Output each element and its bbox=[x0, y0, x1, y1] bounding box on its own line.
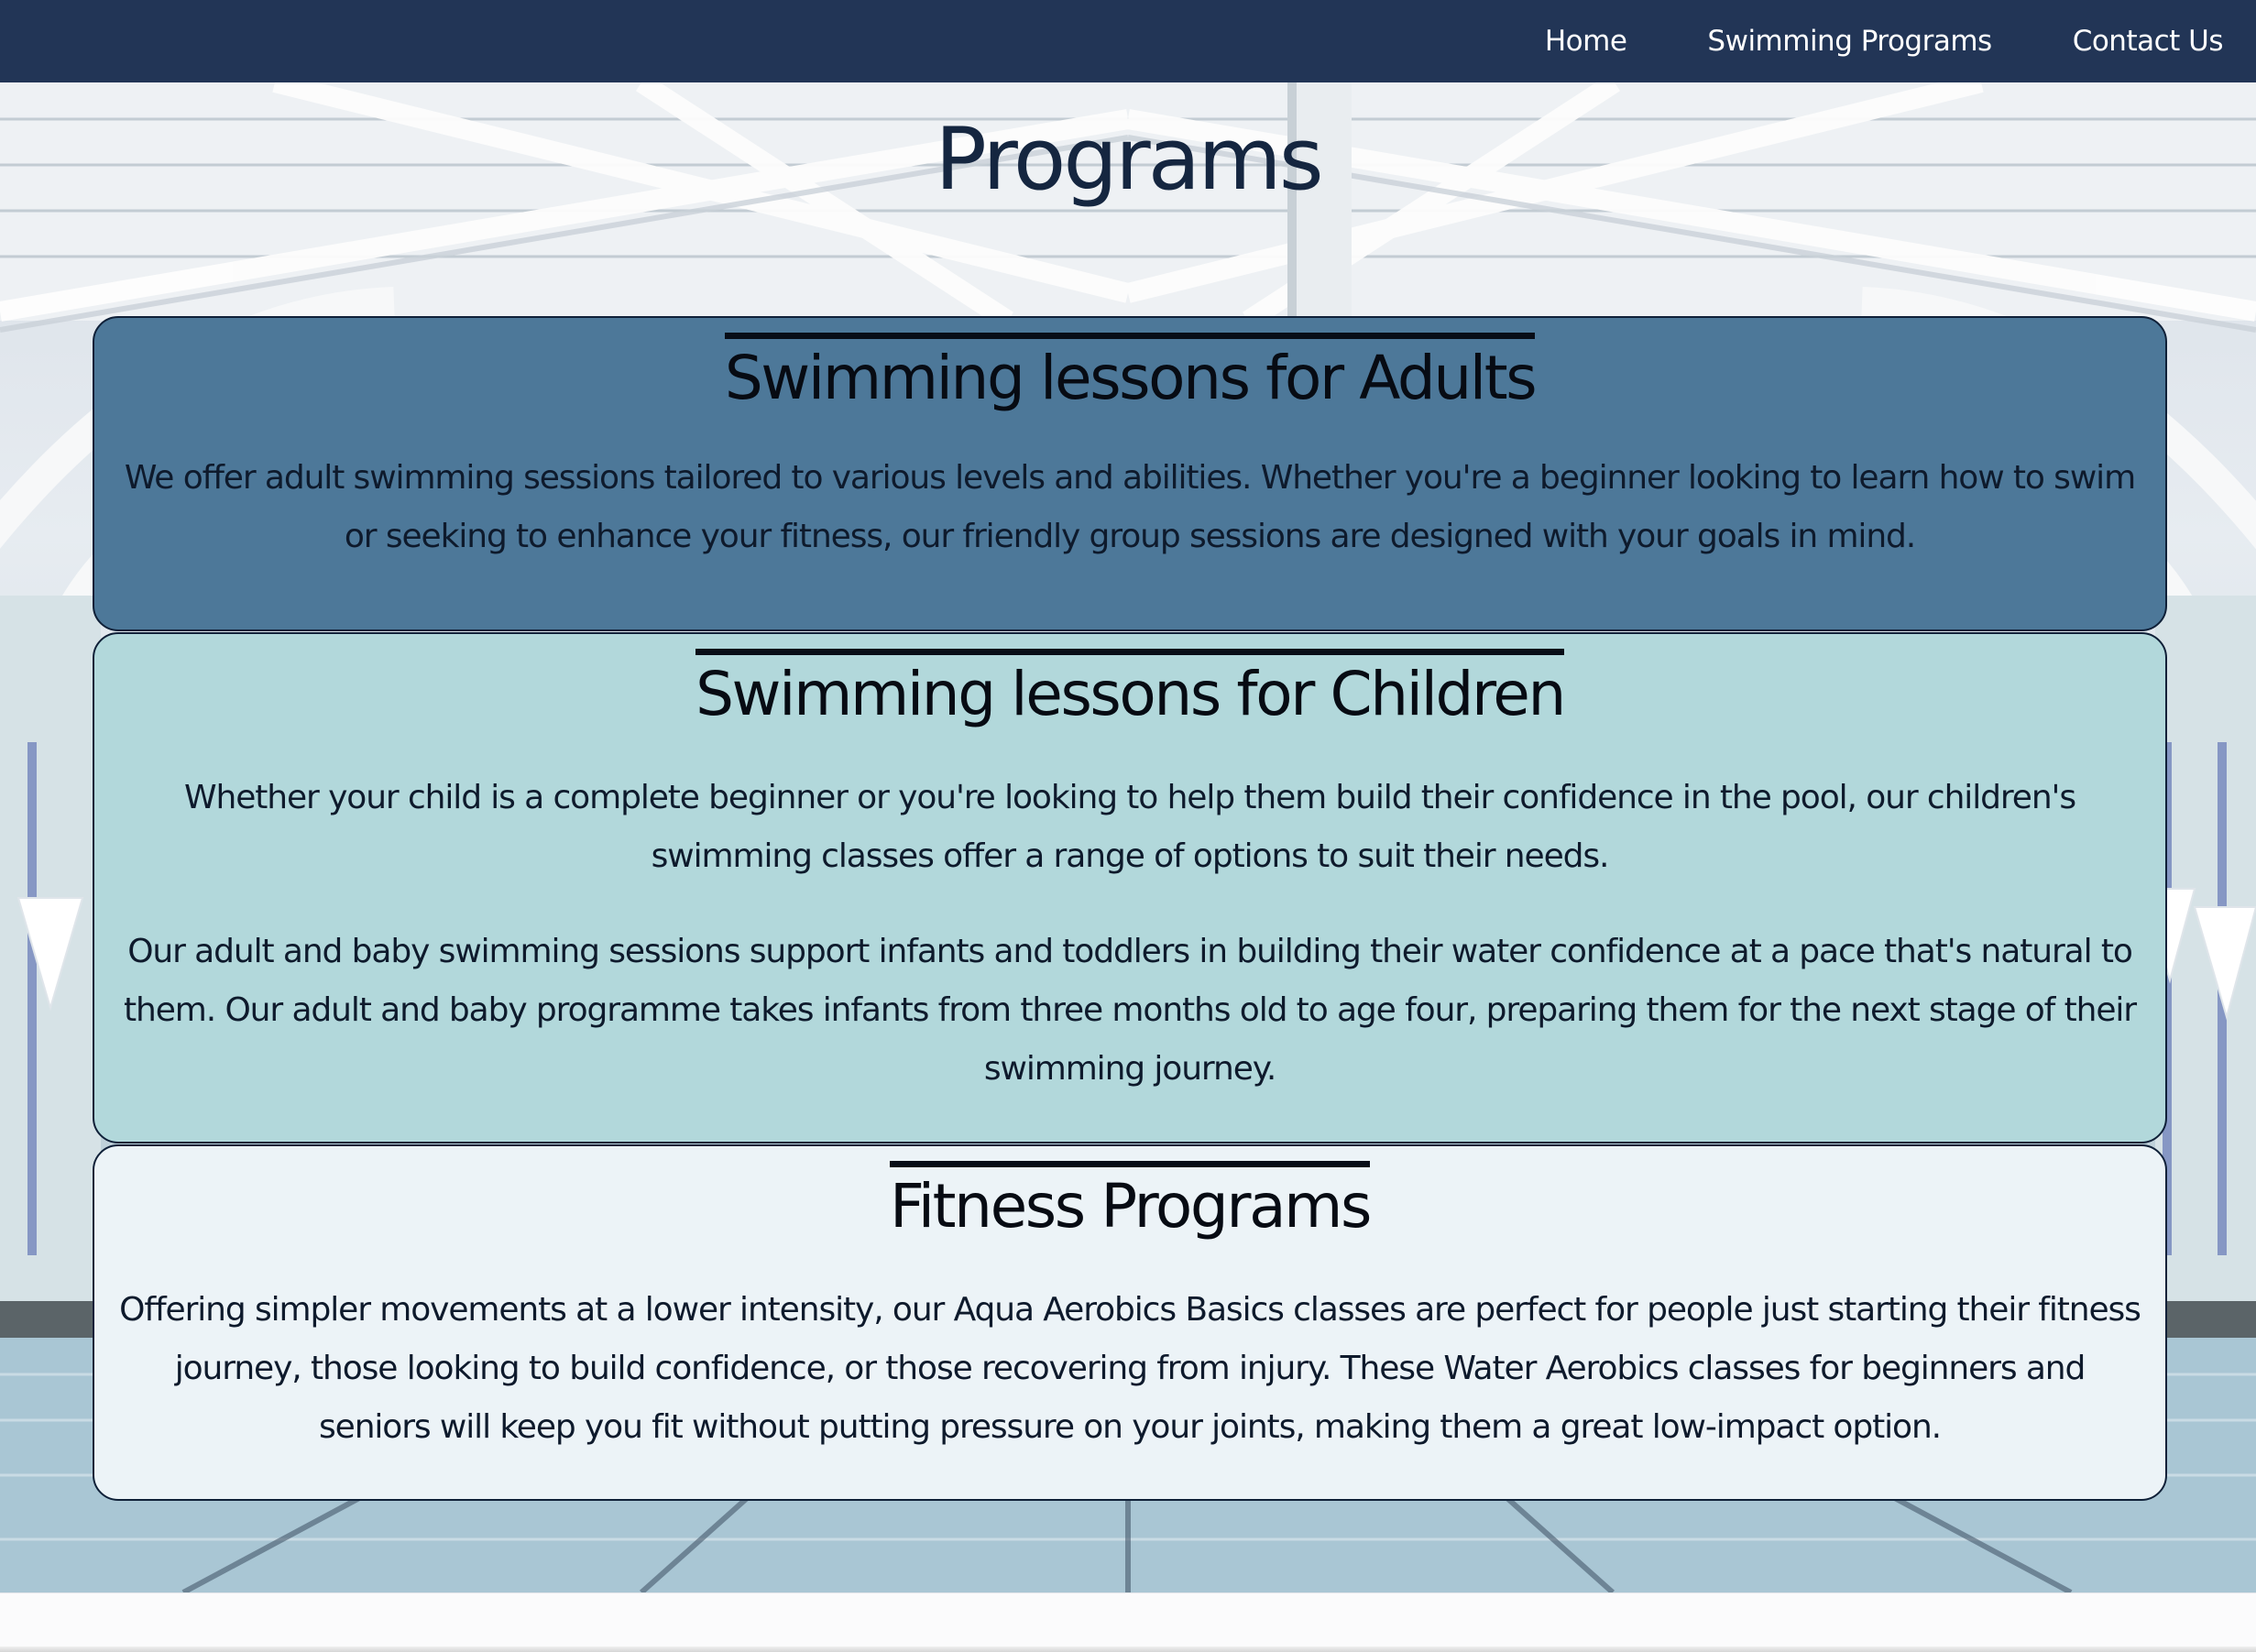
page-footer bbox=[0, 1592, 2256, 1652]
page-title: Programs bbox=[935, 110, 1324, 210]
program-card-adults: Swimming lessons for Adults We offer adu… bbox=[93, 316, 2167, 631]
program-description-adult-and-baby: Our adult and baby swimming sessions sup… bbox=[124, 933, 2137, 1088]
program-heading-adults: Swimming lessons for Adults bbox=[724, 333, 1538, 412]
program-description-fitness: Offering simpler movements at a lower in… bbox=[119, 1291, 2141, 1446]
nav-link-swimming-programs[interactable]: Swimming Programs bbox=[1707, 25, 1992, 58]
nav-link-contact-us[interactable]: Contact Us bbox=[2073, 25, 2224, 58]
program-description-adults: We offer adult swimming sessions tailore… bbox=[124, 459, 2136, 555]
top-navbar: Home Swimming Programs Contact Us bbox=[0, 0, 2256, 82]
program-card-fitness: Fitness Programs Offering simpler moveme… bbox=[93, 1144, 2167, 1501]
program-card-children: Swimming lessons for Children Whether yo… bbox=[93, 632, 2167, 1143]
footer-divider bbox=[0, 1647, 2256, 1652]
program-heading-fitness: Fitness Programs bbox=[889, 1161, 1372, 1241]
program-heading-children: Swimming lessons for Children bbox=[695, 649, 1566, 728]
nav-link-home[interactable]: Home bbox=[1545, 25, 1627, 58]
program-description-children: Whether your child is a complete beginne… bbox=[184, 779, 2076, 875]
programs-hero: Programs Swimming lessons for Adults We … bbox=[0, 82, 2256, 1592]
